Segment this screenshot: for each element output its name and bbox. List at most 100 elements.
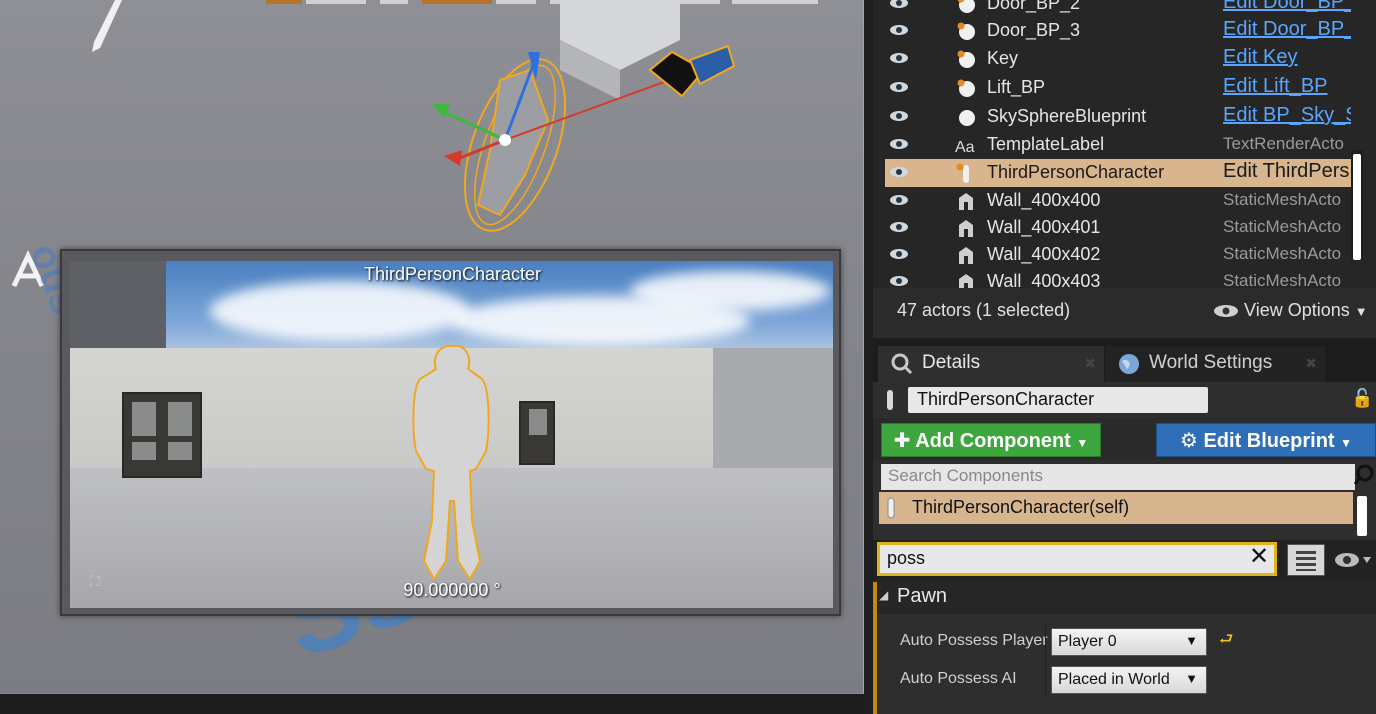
auto-possess-ai-dropdown[interactable]: Placed in World ▼ <box>1051 666 1207 694</box>
property-filter-row: poss ✕ <box>873 540 1376 580</box>
svg-text:Aa: Aa <box>955 139 975 156</box>
property-matrix-button[interactable] <box>1287 544 1325 576</box>
outliner-row[interactable]: SkySphereBlueprint Edit BP_Sky_S <box>885 103 1351 131</box>
actor-count: 47 actors (1 selected) <box>897 300 1071 320</box>
clear-filter-icon[interactable]: ✕ <box>1249 542 1269 571</box>
edit-blueprint-link[interactable]: Edit Door_BP_ <box>1223 18 1351 41</box>
actor-type: TextRenderActo <box>1223 134 1344 153</box>
eye-icon[interactable] <box>889 135 908 155</box>
eye-icon[interactable] <box>889 107 908 127</box>
visibility-options-button[interactable] <box>1333 546 1373 574</box>
grid-icon <box>1296 551 1316 571</box>
actor-name-input[interactable]: ThirdPersonCharacter <box>908 387 1208 413</box>
actor-name: Door_BP_3 <box>987 20 1081 40</box>
actor-name-row: ThirdPersonCharacter 🔓 <box>873 382 1376 418</box>
component-tree-item[interactable]: ThirdPersonCharacter(self) <box>879 492 1353 524</box>
eye-icon[interactable] <box>889 49 908 69</box>
dropdown-value: Player 0 <box>1058 633 1117 650</box>
static-mesh-icon <box>955 190 975 212</box>
panel-splitter[interactable] <box>864 0 873 714</box>
edit-blueprint-label: Edit Blueprint <box>1203 430 1335 452</box>
eye-icon[interactable] <box>889 0 908 14</box>
outliner-row[interactable]: Wall_400x403 StaticMeshActo <box>885 268 1351 288</box>
actor-name: Lift_BP <box>987 77 1046 97</box>
category-pawn[interactable]: ◢ Pawn <box>873 580 1376 614</box>
view-options-label: View Options <box>1244 300 1350 320</box>
actor-sphere-icon <box>955 0 975 15</box>
component-label: ThirdPersonCharacter(self) <box>912 497 1130 517</box>
preview-title: ThirdPersonCharacter <box>363 264 542 284</box>
outliner-row[interactable]: Lift_BP Edit Lift_BP <box>885 74 1351 102</box>
eye-icon[interactable] <box>889 78 908 98</box>
actor-type: StaticMeshActo <box>1223 217 1342 236</box>
reset-to-default-icon[interactable]: ⮐ <box>1219 628 1233 655</box>
auto-possess-player-dropdown[interactable]: Player 0 ▼ <box>1051 628 1207 656</box>
actor-sphere-icon <box>955 106 975 128</box>
eye-icon[interactable] <box>889 21 908 41</box>
close-icon[interactable]: ✖ <box>1305 346 1317 380</box>
actor-name: Door_BP_2 <box>987 0 1081 13</box>
outliner-row[interactable]: Aa TemplateLabel TextRenderActo <box>885 131 1351 159</box>
edit-blueprint-link[interactable]: Edit BP_Sky_S <box>1223 104 1351 127</box>
search-icon[interactable] <box>1353 464 1375 486</box>
add-component-button[interactable]: ✚ Add Component ▼ <box>881 423 1101 457</box>
outliner-row[interactable]: Door_BP_2 Edit Door_BP_ <box>885 0 1351 18</box>
world-globe-icon <box>1119 354 1139 374</box>
outliner-scrollbar-thumb[interactable] <box>1353 154 1361 260</box>
selected-character[interactable] <box>432 46 676 244</box>
actor-name: Wall_400x403 <box>987 271 1101 288</box>
outliner-row[interactable]: Door_BP_3 Edit Door_BP_ <box>885 17 1351 45</box>
edit-blueprint-button[interactable]: ⚙ Edit Blueprint ▼ <box>1156 423 1376 457</box>
tab-world-settings[interactable]: World Settings ✖ <box>1105 346 1325 382</box>
level-viewport[interactable]: ous Ss <box>0 0 864 694</box>
eye-icon[interactable] <box>889 163 908 183</box>
dropdown-value: Placed in World <box>1058 671 1170 688</box>
tab-details-label: Details <box>922 352 981 373</box>
actor-sphere-icon <box>955 20 975 42</box>
outliner-row[interactable]: ThirdPersonCharacter Edit ThirdPers <box>885 159 1351 187</box>
lock-icon[interactable]: 🔓 <box>1351 388 1373 409</box>
plus-icon: ✚ <box>893 430 911 452</box>
pawn-icon <box>955 162 975 184</box>
outliner-row[interactable]: Wall_400x401 StaticMeshActo <box>885 214 1351 242</box>
search-components-input[interactable]: Search Components <box>881 464 1355 490</box>
eye-icon <box>1214 305 1238 318</box>
edit-blueprint-link[interactable]: Edit Lift_BP <box>1223 75 1351 98</box>
chevron-down-icon: ▼ <box>1340 436 1353 450</box>
edit-blueprint-link[interactable]: Edit Key <box>1223 46 1351 69</box>
world-outliner: Door_BP_2 Edit Door_BP_ Door_BP_3 Edit Door… <box>873 0 1376 288</box>
eye-icon[interactable] <box>889 191 908 211</box>
outliner-footer: 47 actors (1 selected) View Options ▼ <box>873 288 1376 338</box>
camera-actor[interactable] <box>648 44 736 98</box>
actor-name: Wall_400x402 <box>987 244 1101 264</box>
chevron-down-icon: ▼ <box>1185 671 1198 686</box>
preview-character <box>412 344 490 581</box>
outliner-row[interactable]: Wall_400x400 StaticMeshActo <box>885 187 1351 215</box>
actor-name: Wall_400x400 <box>987 190 1101 210</box>
property-filter-input[interactable]: poss <box>877 542 1277 576</box>
actor-sphere-icon <box>955 48 975 70</box>
outliner-row[interactable]: Key Edit Key <box>885 45 1351 73</box>
light-arrow <box>92 0 122 52</box>
chevron-down-icon: ▼ <box>1354 304 1368 319</box>
edit-blueprint-link[interactable]: Edit ThirdPers <box>1223 160 1351 183</box>
collapse-arrow-icon[interactable]: ◢ <box>879 588 888 602</box>
preview-render <box>70 261 833 608</box>
eye-icon[interactable] <box>889 245 908 265</box>
outliner-row[interactable]: Wall_400x402 StaticMeshActo <box>885 241 1351 269</box>
eye-icon[interactable] <box>889 218 908 238</box>
property-row: Auto Possess Player Player 0 ▼ ⮐ <box>873 622 1376 660</box>
component-scrollbar[interactable] <box>1357 496 1367 536</box>
add-component-label: Add Component <box>915 430 1071 452</box>
tab-details[interactable]: Details ✖ <box>878 346 1104 382</box>
eye-icon[interactable] <box>889 272 908 288</box>
eye-icon <box>1335 553 1371 567</box>
edit-blueprint-link[interactable]: Edit Door_BP_ <box>1223 0 1351 14</box>
gears-icon: ⚙ <box>1179 430 1198 452</box>
close-icon[interactable]: ✖ <box>1084 346 1096 380</box>
view-options-button[interactable]: View Options ▼ <box>1213 300 1368 321</box>
viewport-bottom-strip <box>0 694 866 714</box>
chevron-down-icon: ▼ <box>1185 633 1198 648</box>
pawn-icon <box>887 497 895 519</box>
actor-name: Key <box>987 48 1019 68</box>
